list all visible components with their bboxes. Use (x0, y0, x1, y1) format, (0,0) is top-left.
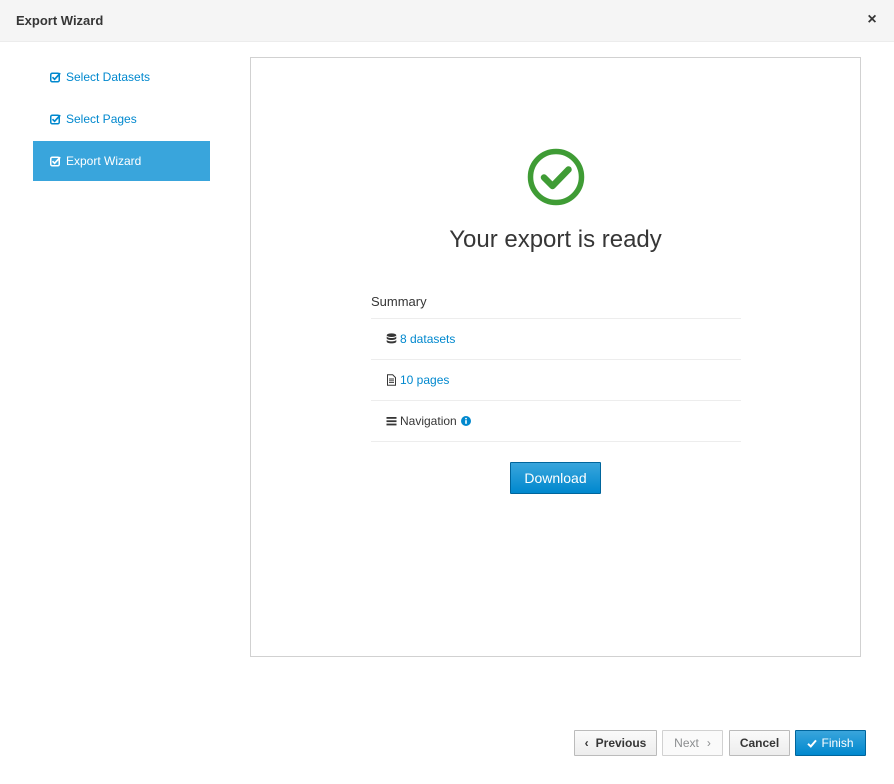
dialog-header: Export Wizard × (0, 0, 894, 42)
check-square-icon (50, 156, 61, 166)
navigation-label: Navigation (400, 414, 457, 428)
wizard-steps: Select Datasets Select Pages Export Wiza… (33, 57, 210, 183)
check-square-icon (50, 114, 61, 124)
check-square-icon (50, 72, 61, 82)
export-summary: Summary 8 datasets 10 pages Navigation (371, 288, 741, 442)
step-label: Select Pages (66, 112, 137, 126)
dialog-title: Export Wizard (16, 13, 104, 28)
file-icon (387, 374, 396, 386)
datasets-link[interactable]: 8 datasets (400, 332, 455, 346)
chevron-right-icon: › (706, 736, 711, 750)
previous-label: Previous (595, 736, 647, 750)
cancel-label: Cancel (739, 736, 780, 750)
summary-item-pages: 10 pages (371, 360, 741, 401)
step-label: Select Datasets (66, 70, 151, 84)
next-button[interactable]: Next › (662, 730, 723, 756)
step-label: Export Wizard (66, 154, 142, 168)
download-button[interactable]: Download (510, 462, 601, 494)
database-icon (386, 333, 397, 344)
check-icon (807, 739, 818, 748)
wizard-content: Your export is ready Summary 8 datasets … (250, 57, 861, 657)
close-button[interactable]: × (866, 12, 878, 28)
previous-button[interactable]: ‹ Previous (574, 730, 657, 756)
summary-heading: Summary (371, 288, 741, 319)
step-select-pages[interactable]: Select Pages (33, 99, 210, 139)
close-icon: × (867, 11, 877, 28)
next-label: Next (674, 736, 699, 750)
step-export-wizard[interactable]: Export Wizard (33, 141, 210, 181)
pages-link[interactable]: 10 pages (400, 373, 449, 387)
cancel-button[interactable]: Cancel (729, 730, 790, 756)
export-ready-title: Your export is ready (449, 226, 662, 253)
summary-item-navigation: Navigation (371, 401, 741, 442)
finish-label: Finish (821, 736, 854, 750)
chevron-left-icon: ‹ (584, 736, 589, 750)
finish-button[interactable]: Finish (795, 730, 866, 756)
info-circle-icon[interactable] (460, 416, 471, 426)
step-select-datasets[interactable]: Select Datasets (33, 57, 210, 97)
summary-item-datasets: 8 datasets (371, 319, 741, 360)
bars-icon (386, 417, 397, 426)
check-circle-icon (527, 148, 585, 206)
